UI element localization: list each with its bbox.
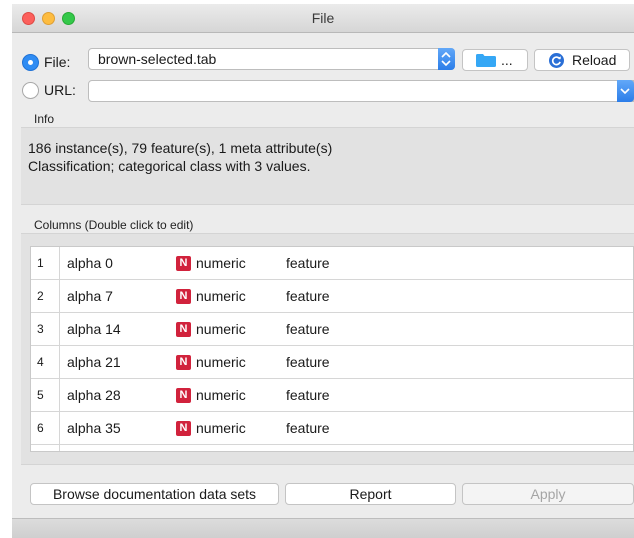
column-type[interactable]: numeric	[196, 412, 246, 445]
table-row[interactable]: 1 alpha 0 Nnumeric feature	[31, 247, 633, 280]
reload-icon	[549, 53, 564, 68]
column-name[interactable]: alpha 35	[67, 412, 121, 445]
column-role[interactable]: feature	[286, 313, 330, 346]
table-row-partial	[31, 445, 633, 451]
folder-icon	[476, 54, 496, 67]
url-label: URL:	[44, 82, 76, 98]
column-role[interactable]: feature	[286, 412, 330, 445]
column-name[interactable]: alpha 0	[67, 247, 113, 280]
reload-label: Reload	[572, 52, 617, 68]
columns-table[interactable]: 1 alpha 0 Nnumeric feature 2 alpha 7 Nnumeric f…	[30, 246, 634, 452]
column-role[interactable]: feature	[286, 280, 330, 313]
column-role[interactable]: feature	[286, 247, 330, 280]
column-type[interactable]: numeric	[196, 379, 246, 412]
title-bar: File	[12, 4, 634, 33]
apply-button: Apply	[462, 483, 634, 505]
info-class-text: Classification; categorical class with 3…	[28, 158, 311, 174]
reload-button[interactable]: Reload	[534, 49, 630, 71]
column-type[interactable]: numeric	[196, 247, 246, 280]
browse-file-button[interactable]: ...	[462, 49, 528, 71]
info-summary-text: 186 instance(s), 79 feature(s), 1 meta a…	[28, 140, 333, 156]
row-index: 1	[31, 247, 60, 280]
columns-box: 1 alpha 0 Nnumeric feature 2 alpha 7 Nnumeric f…	[21, 233, 634, 465]
numeric-type-icon: N	[176, 289, 191, 304]
status-bar	[12, 518, 634, 538]
info-box: 186 instance(s), 79 feature(s), 1 meta a…	[21, 127, 634, 205]
numeric-type-icon: N	[176, 322, 191, 337]
url-combo[interactable]	[88, 80, 634, 102]
row-index: 6	[31, 412, 60, 445]
row-index: 3	[31, 313, 60, 346]
column-type[interactable]: numeric	[196, 280, 246, 313]
updown-arrows-icon[interactable]	[438, 48, 455, 70]
window-title: File	[311, 10, 335, 26]
chevron-down-icon[interactable]	[617, 80, 634, 102]
column-type[interactable]: numeric	[196, 313, 246, 346]
column-name[interactable]: alpha 7	[67, 280, 113, 313]
file-widget-window: File File: brown-selected.tab ... Reload…	[12, 4, 634, 538]
numeric-type-icon: N	[176, 421, 191, 436]
numeric-type-icon: N	[176, 355, 191, 370]
file-radio[interactable]	[22, 54, 39, 71]
table-row[interactable]: 5 alpha 28 Nnumeric feature	[31, 379, 633, 412]
row-index: 4	[31, 346, 60, 379]
columns-group-label: Columns (Double click to edit)	[34, 218, 194, 232]
table-row[interactable]: 3 alpha 14 Nnumeric feature	[31, 313, 633, 346]
table-row[interactable]: 6 alpha 35 Nnumeric feature	[31, 412, 633, 445]
column-role[interactable]: feature	[286, 346, 330, 379]
column-type[interactable]: numeric	[196, 346, 246, 379]
file-combo-value: brown-selected.tab	[98, 51, 217, 67]
column-name[interactable]: alpha 14	[67, 313, 121, 346]
row-index-partial	[31, 445, 60, 451]
file-label: File:	[44, 54, 71, 70]
table-row[interactable]: 4 alpha 21 Nnumeric feature	[31, 346, 633, 379]
numeric-type-icon: N	[176, 256, 191, 271]
column-name[interactable]: alpha 21	[67, 346, 121, 379]
numeric-type-icon: N	[176, 388, 191, 403]
report-button[interactable]: Report	[285, 483, 456, 505]
table-row[interactable]: 2 alpha 7 Nnumeric feature	[31, 280, 633, 313]
browse-documentation-button[interactable]: Browse documentation data sets	[30, 483, 279, 505]
url-radio[interactable]	[22, 82, 39, 99]
browse-file-label: ...	[501, 52, 513, 68]
row-index: 2	[31, 280, 60, 313]
info-group-label: Info	[34, 112, 55, 126]
column-name[interactable]: alpha 28	[67, 379, 121, 412]
column-role[interactable]: feature	[286, 379, 330, 412]
row-index: 5	[31, 379, 60, 412]
file-combo[interactable]: brown-selected.tab	[88, 48, 455, 70]
